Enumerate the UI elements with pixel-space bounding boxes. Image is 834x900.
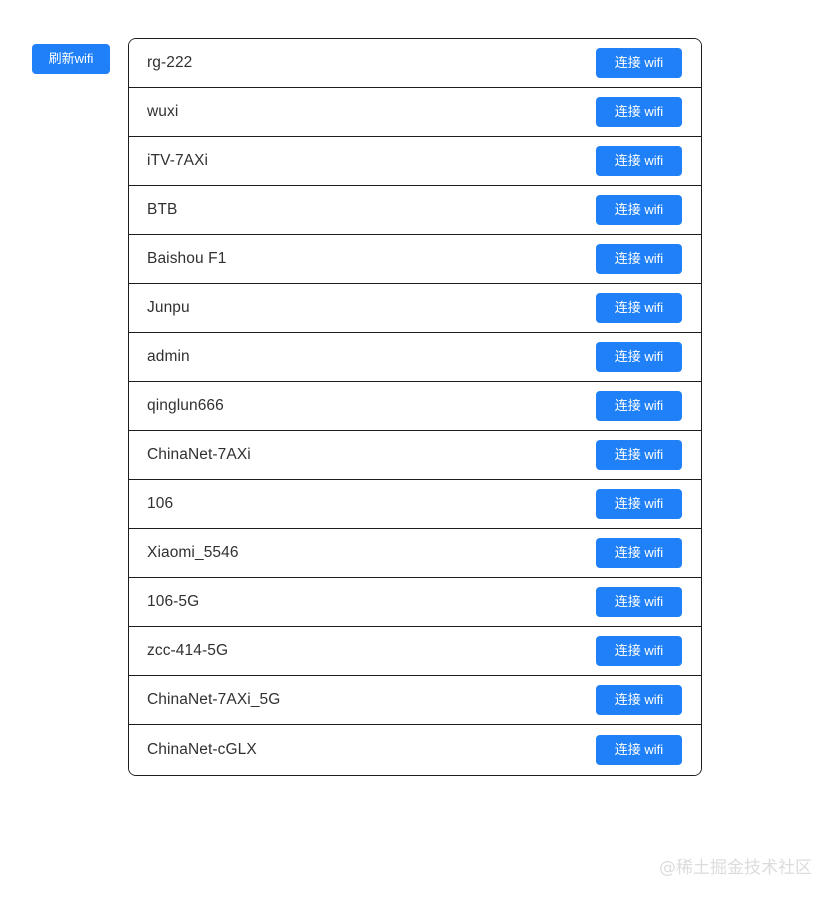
wifi-ssid-label: Baishou F1 (147, 250, 227, 267)
wifi-ssid-label: Xiaomi_5546 (147, 544, 239, 561)
wifi-list-item: ChinaNet-cGLX 连接 wifi (129, 725, 701, 775)
wifi-list-container: rg-222 连接 wifi wuxi 连接 wifi iTV-7AXi 连接 wifi B… (128, 38, 702, 776)
wifi-list-item: Baishou F1 连接 wifi (129, 235, 701, 284)
wifi-list-item: wuxi 连接 wifi (129, 88, 701, 137)
wifi-ssid-label: BTB (147, 201, 178, 218)
connect-wifi-button[interactable]: 连接 wifi (596, 636, 682, 666)
wifi-list-item: Junpu 连接 wifi (129, 284, 701, 333)
wifi-list-item: qinglun666 连接 wifi (129, 382, 701, 431)
wifi-ssid-label: zcc-414-5G (147, 642, 229, 659)
connect-wifi-button[interactable]: 连接 wifi (596, 440, 682, 470)
wifi-list-item: BTB 连接 wifi (129, 186, 701, 235)
wifi-list-item: 106-5G 连接 wifi (129, 578, 701, 627)
connect-wifi-button[interactable]: 连接 wifi (596, 685, 682, 715)
wifi-ssid-label: rg-222 (147, 54, 193, 71)
connect-wifi-button[interactable]: 连接 wifi (596, 489, 682, 519)
wifi-ssid-label: ChinaNet-7AXi (147, 446, 251, 463)
wifi-list-item: ChinaNet-7AXi_5G 连接 wifi (129, 676, 701, 725)
connect-wifi-button[interactable]: 连接 wifi (596, 48, 682, 78)
wifi-list-item: admin 连接 wifi (129, 333, 701, 382)
connect-wifi-button[interactable]: 连接 wifi (596, 293, 682, 323)
connect-wifi-button[interactable]: 连接 wifi (596, 538, 682, 568)
connect-wifi-button[interactable]: 连接 wifi (596, 146, 682, 176)
wifi-ssid-label: ChinaNet-7AXi_5G (147, 691, 281, 708)
wifi-list-item: ChinaNet-7AXi 连接 wifi (129, 431, 701, 480)
connect-wifi-button[interactable]: 连接 wifi (596, 587, 682, 617)
wifi-ssid-label: 106-5G (147, 593, 200, 610)
connect-wifi-button[interactable]: 连接 wifi (596, 195, 682, 225)
wifi-ssid-label: ChinaNet-cGLX (147, 741, 257, 758)
wifi-ssid-label: 106 (147, 495, 174, 512)
wifi-list-item: rg-222 连接 wifi (129, 39, 701, 88)
connect-wifi-button[interactable]: 连接 wifi (596, 244, 682, 274)
wifi-ssid-label: qinglun666 (147, 397, 224, 414)
wifi-ssid-label: iTV-7AXi (147, 152, 209, 169)
connect-wifi-button[interactable]: 连接 wifi (596, 735, 682, 765)
wifi-ssid-label: admin (147, 348, 190, 365)
connect-wifi-button[interactable]: 连接 wifi (596, 97, 682, 127)
wifi-list-item: iTV-7AXi 连接 wifi (129, 137, 701, 186)
wifi-list-item: zcc-414-5G 连接 wifi (129, 627, 701, 676)
connect-wifi-button[interactable]: 连接 wifi (596, 342, 682, 372)
wifi-ssid-label: Junpu (147, 299, 190, 316)
refresh-wifi-button[interactable]: 刷新wifi (32, 44, 110, 74)
wifi-list-item: 106 连接 wifi (129, 480, 701, 529)
connect-wifi-button[interactable]: 连接 wifi (596, 391, 682, 421)
wifi-ssid-label: wuxi (147, 103, 179, 120)
watermark: @稀土掘金技术社区 (659, 858, 812, 878)
wifi-list-item: Xiaomi_5546 连接 wifi (129, 529, 701, 578)
